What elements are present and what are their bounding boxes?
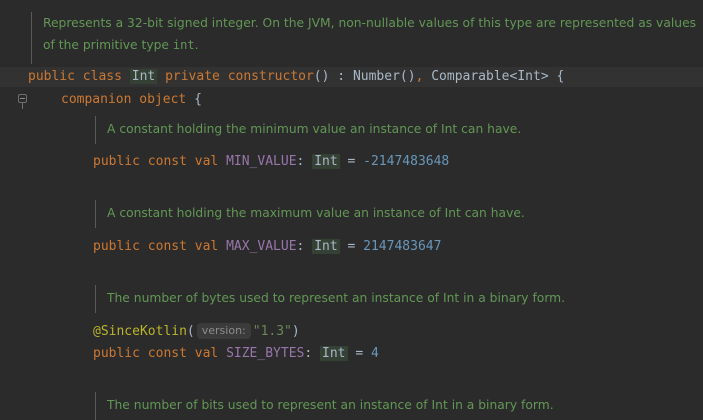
class-doc-code: int (172, 38, 195, 52)
max-value-declaration[interactable]: public const val MAX_VALUE: Int = 214748… (93, 237, 441, 257)
size-bits-doc-comment: The number of bits used to represent an … (95, 392, 554, 420)
parameter-hint-version: version: (196, 323, 251, 339)
max-value-literal: 2147483647 (363, 239, 442, 254)
max-value-name: MAX_VALUE (226, 239, 297, 254)
max-value-doc-comment: A constant holding the maximum value an … (95, 200, 525, 228)
supertype-comparable: Comparable (431, 69, 510, 84)
class-declaration-line[interactable]: public class Int private constructor() :… (0, 67, 703, 87)
class-doc-line-2: of the primitive type int. (43, 38, 199, 52)
size-bytes-declaration[interactable]: public const val SIZE_BYTES: Int = 4 (93, 344, 379, 364)
size-bytes-literal: 4 (370, 346, 379, 361)
class-doc-line-1: Represents a 32-bit signed integer. On t… (43, 16, 697, 30)
min-value-doc-comment: A constant holding the minimum value an … (95, 116, 521, 144)
size-bytes-name: SIZE_BYTES (226, 346, 305, 361)
class-doc-comment: Represents a 32-bit signed integer. On t… (31, 12, 696, 64)
since-kotlin-annotation: @SinceKotlin (93, 324, 187, 339)
min-value-literal: -2147483648 (363, 154, 450, 169)
version-string: "1.3" (252, 324, 292, 339)
min-value-name: MIN_VALUE (226, 154, 297, 169)
fold-companion-icon[interactable] (18, 94, 27, 109)
min-value-declaration[interactable]: public const val MIN_VALUE: Int = -21474… (93, 152, 449, 172)
editor-gutter (0, 0, 28, 408)
class-name: Int (129, 69, 158, 84)
since-kotlin-annotation-line[interactable]: @SinceKotlin(version: "1.3") (93, 322, 300, 342)
supertype-number: Number() (352, 69, 416, 84)
companion-object-line[interactable]: companion object { (61, 90, 202, 110)
size-bytes-doc-comment: The number of bytes used to represent an… (95, 285, 565, 313)
